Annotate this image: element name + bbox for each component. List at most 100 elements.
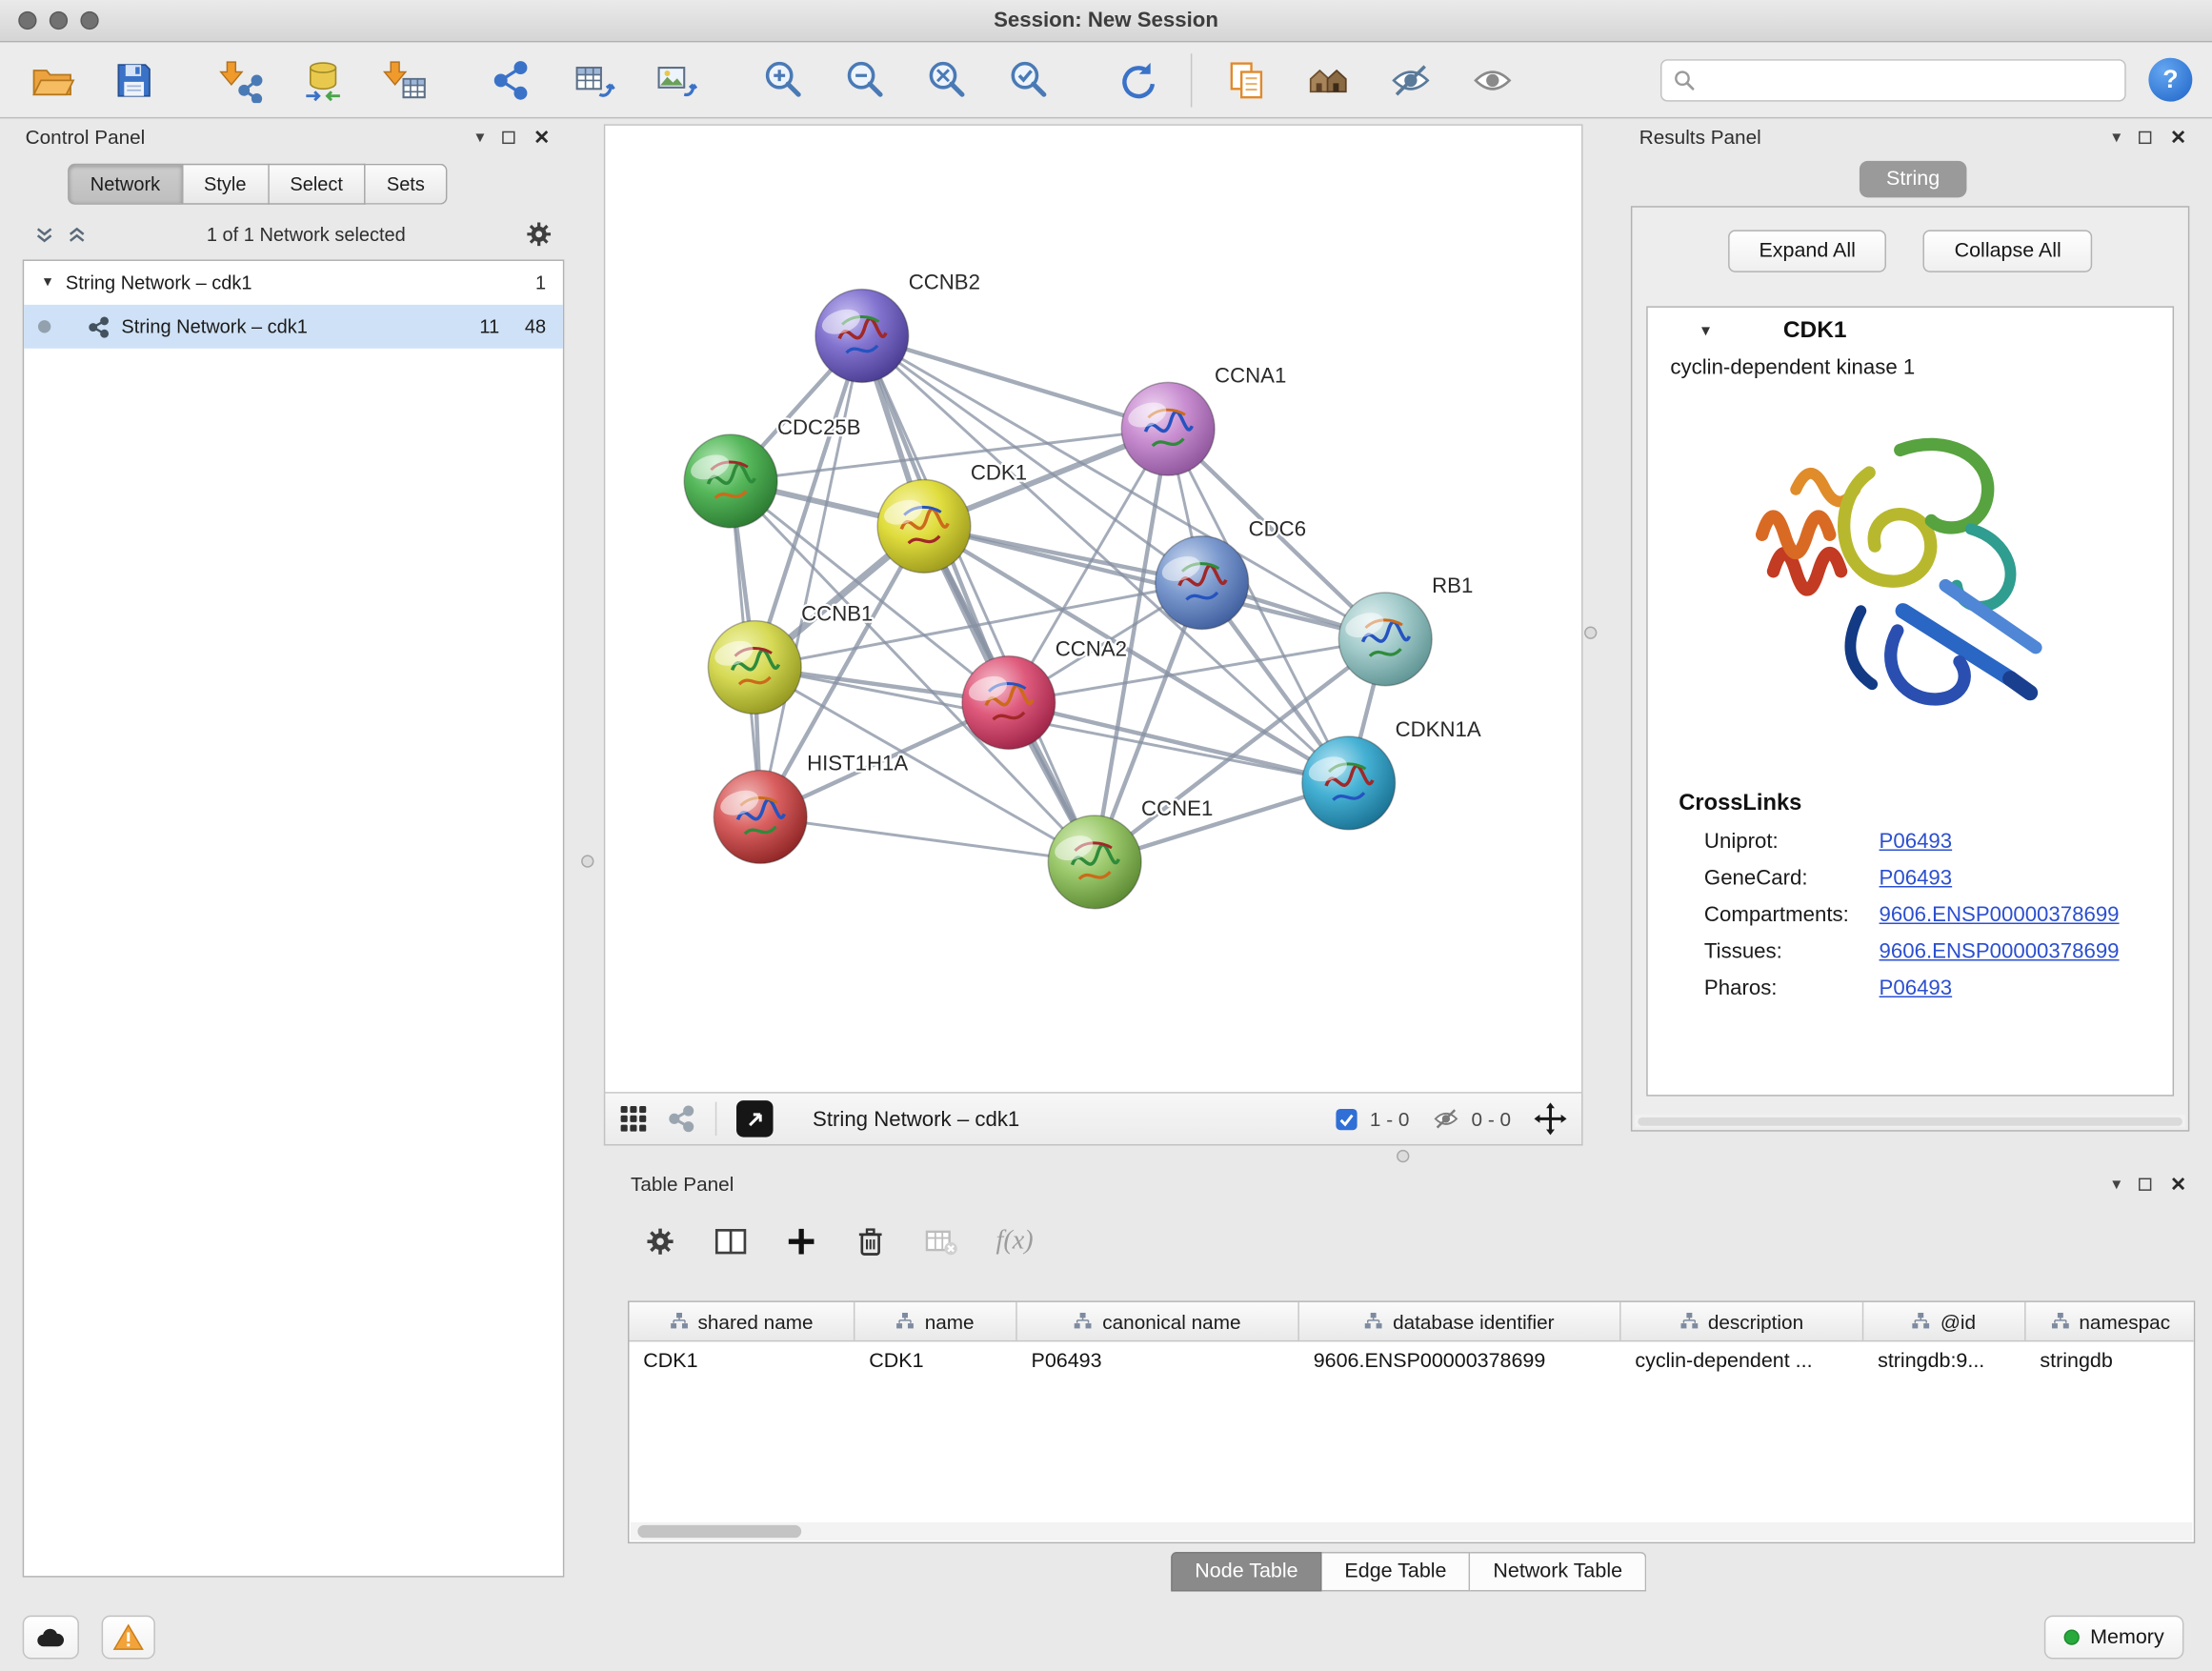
- crosslink-link[interactable]: 9606.ENSP00000378699: [1880, 939, 2120, 963]
- birdseye-toggle-button[interactable]: [736, 1100, 774, 1137]
- network-edge[interactable]: [862, 335, 1168, 429]
- show-panels-button[interactable]: [1215, 48, 1279, 112]
- zoom-in-button[interactable]: [751, 48, 815, 112]
- network-edge[interactable]: [862, 335, 1095, 861]
- panel-close-icon[interactable]: ✕: [2170, 127, 2186, 147]
- warning-button[interactable]: [102, 1616, 155, 1660]
- network-node-CCNE1[interactable]: [1048, 815, 1141, 909]
- table-hscrollbar[interactable]: [631, 1522, 2192, 1540]
- network-collection-row[interactable]: ▾ String Network – cdk1 1: [24, 261, 563, 305]
- results-scrollbar-thumb[interactable]: [1638, 1117, 2182, 1125]
- crosslink-link[interactable]: P06493: [1880, 866, 1953, 890]
- manage-columns-icon[interactable]: [714, 1224, 748, 1258]
- collapse-all-icon[interactable]: [34, 224, 55, 245]
- node-table[interactable]: shared namenamecanonical namedatabase id…: [628, 1300, 2195, 1543]
- selected-checkbox-icon[interactable]: [1335, 1107, 1358, 1131]
- import-table-button[interactable]: [372, 48, 437, 112]
- tab-string[interactable]: String: [1860, 161, 1966, 198]
- table-cell[interactable]: stringdb:9...: [1863, 1349, 2025, 1372]
- column-header-description[interactable]: description: [1621, 1302, 1864, 1340]
- tab-node-table[interactable]: Node Table: [1171, 1552, 1322, 1591]
- import-network-file-button[interactable]: [209, 48, 273, 112]
- panel-collapse-icon[interactable]: ▾: [475, 129, 484, 146]
- crosslink-link[interactable]: P06493: [1880, 976, 1953, 1000]
- tab-network[interactable]: Network: [68, 164, 183, 205]
- network-node-CCNA1[interactable]: [1121, 382, 1215, 475]
- crosslink-link[interactable]: P06493: [1880, 830, 1953, 854]
- add-column-icon[interactable]: [786, 1226, 817, 1258]
- help-button[interactable]: ?: [2148, 58, 2192, 102]
- network-node-CCNA2[interactable]: [962, 656, 1056, 750]
- network-node-HIST1H1A[interactable]: [714, 771, 807, 864]
- table-cell[interactable]: 9606.ENSP00000378699: [1299, 1349, 1621, 1372]
- hide-annotations-button[interactable]: [1378, 48, 1443, 112]
- gear-icon[interactable]: [525, 220, 553, 249]
- network-canvas[interactable]: CCNB2CCNA1CDC25BCDK1CDC6RB1CCNB1CCNA2CDK…: [605, 126, 1584, 1095]
- column-header-database-identifier[interactable]: database identifier: [1299, 1302, 1621, 1340]
- zoom-out-button[interactable]: [833, 48, 897, 112]
- table-cell[interactable]: CDK1: [629, 1349, 855, 1372]
- panel-float-icon[interactable]: [2139, 131, 2151, 143]
- network-node-CCNB2[interactable]: [815, 290, 909, 383]
- network-node-RB1[interactable]: [1338, 593, 1432, 686]
- network-node-CCNB1[interactable]: [708, 621, 801, 715]
- delete-column-icon[interactable]: [855, 1226, 886, 1258]
- panel-float-icon[interactable]: [503, 131, 515, 143]
- network-edge[interactable]: [760, 816, 1095, 861]
- export-table-button[interactable]: [561, 48, 626, 112]
- table-cell[interactable]: P06493: [1017, 1349, 1299, 1372]
- collapse-all-button[interactable]: Collapse All: [1923, 230, 2092, 272]
- collection-expand-icon[interactable]: ▾: [44, 275, 51, 291]
- table-cell[interactable]: cyclin-dependent ...: [1621, 1349, 1864, 1372]
- network-edge[interactable]: [760, 335, 862, 816]
- panel-collapse-icon[interactable]: ▾: [2112, 129, 2121, 146]
- search-input[interactable]: [1704, 69, 2113, 91]
- close-window-icon[interactable]: [18, 11, 36, 30]
- import-network-database-button[interactable]: [291, 48, 355, 112]
- network-node-CDKN1A[interactable]: [1302, 736, 1396, 830]
- apply-layout-button[interactable]: [1103, 48, 1168, 112]
- panel-close-icon[interactable]: ✕: [2170, 1174, 2186, 1194]
- clone-network-button[interactable]: [480, 48, 545, 112]
- splitter-handle[interactable]: [581, 855, 593, 867]
- expand-all-icon[interactable]: [67, 224, 88, 245]
- search-box[interactable]: [1660, 58, 2126, 100]
- cloud-button[interactable]: [23, 1616, 79, 1660]
- panel-float-icon[interactable]: [2139, 1178, 2151, 1190]
- crosslink-link[interactable]: 9606.ENSP00000378699: [1880, 903, 2120, 927]
- panel-collapse-icon[interactable]: ▾: [2112, 1176, 2121, 1193]
- export-image-button[interactable]: [643, 48, 708, 112]
- network-node-CDC6[interactable]: [1156, 536, 1249, 630]
- gear-icon[interactable]: [645, 1226, 676, 1258]
- splitter-handle[interactable]: [1584, 627, 1597, 639]
- network-node-CDK1[interactable]: [877, 480, 971, 574]
- network-node-CDC25B[interactable]: [684, 434, 777, 528]
- tab-sets[interactable]: Sets: [366, 164, 448, 205]
- memory-button[interactable]: Memory: [2043, 1616, 2183, 1660]
- section-collapse-icon[interactable]: ▾: [1701, 322, 1710, 339]
- panel-close-icon[interactable]: ✕: [533, 127, 550, 147]
- column-header-canonical-name[interactable]: canonical name: [1017, 1302, 1299, 1340]
- table-hscrollbar-thumb[interactable]: [637, 1525, 801, 1538]
- home-button[interactable]: [1297, 48, 1361, 112]
- zoom-window-icon[interactable]: [80, 11, 98, 30]
- expand-all-button[interactable]: Expand All: [1728, 230, 1887, 272]
- table-cell[interactable]: stringdb: [2026, 1349, 2196, 1372]
- table-cell[interactable]: CDK1: [855, 1349, 1016, 1372]
- network-overview-icon[interactable]: [667, 1105, 695, 1134]
- grid-icon[interactable]: [619, 1105, 648, 1134]
- save-session-button[interactable]: [102, 48, 167, 112]
- column-header-shared-name[interactable]: shared name: [629, 1302, 855, 1340]
- zoom-selected-button[interactable]: [996, 48, 1061, 112]
- network-view[interactable]: CCNB2CCNA1CDC25BCDK1CDC6RB1CCNB1CCNA2CDK…: [604, 124, 1583, 1093]
- tab-style[interactable]: Style: [183, 164, 269, 205]
- hidden-eye-slash-icon[interactable]: [1432, 1105, 1460, 1134]
- results-scrollbar[interactable]: [1635, 1115, 2185, 1127]
- tab-select[interactable]: Select: [269, 164, 365, 205]
- column-header-name[interactable]: name: [855, 1302, 1016, 1340]
- splitter-handle[interactable]: [1397, 1150, 1409, 1162]
- tab-edge-table[interactable]: Edge Table: [1322, 1552, 1471, 1591]
- minimize-window-icon[interactable]: [50, 11, 68, 30]
- tab-network-table[interactable]: Network Table: [1471, 1552, 1647, 1591]
- gene-section-header[interactable]: ▾ CDK1: [1648, 308, 2173, 352]
